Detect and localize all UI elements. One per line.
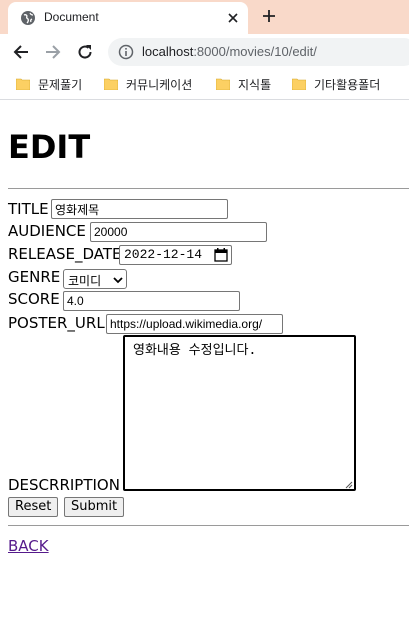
release-date-input[interactable]: 2022-12-14 — [119, 245, 232, 265]
back-arrow-icon[interactable] — [12, 43, 30, 61]
divider-bottom — [8, 525, 409, 526]
release-date-value: 2022-12-14 — [124, 247, 203, 262]
genre-label: GENRE — [8, 268, 61, 286]
close-icon[interactable] — [226, 11, 240, 25]
back-link[interactable]: BACK — [8, 537, 49, 555]
divider-top — [8, 188, 409, 189]
address-bar[interactable]: localhost:8000/movies/10/edit/ — [108, 38, 409, 66]
score-input[interactable] — [63, 291, 240, 311]
reset-button[interactable]: Reset — [8, 497, 59, 517]
folder-icon — [104, 78, 118, 90]
genre-selected-value: 코미디 — [68, 274, 102, 288]
description-textarea[interactable]: 영화내용 수정입니다. — [123, 335, 356, 491]
folder-icon — [16, 78, 30, 90]
audience-input[interactable] — [90, 222, 267, 242]
resize-handle-icon[interactable] — [345, 481, 353, 489]
submit-button[interactable]: Submit — [64, 497, 125, 517]
genre-select[interactable]: 코미디 — [63, 269, 127, 289]
poster-url-label: POSTER_URL — [8, 314, 105, 332]
browser-tab[interactable]: Document — [8, 2, 248, 34]
chevron-down-icon — [113, 277, 123, 284]
score-label: SCORE — [8, 290, 60, 308]
forward-arrow-icon[interactable] — [44, 43, 62, 61]
folder-icon — [216, 78, 230, 90]
title-label: TITLE — [8, 200, 49, 218]
new-tab-icon[interactable] — [262, 9, 276, 23]
info-icon[interactable] — [118, 44, 134, 60]
globe-icon — [21, 11, 35, 25]
description-label: DESCRRIPTION — [8, 476, 120, 494]
audience-label: AUDIENCE — [8, 222, 86, 240]
tab-title: Document — [44, 10, 99, 24]
page-title: EDIT — [8, 128, 91, 166]
calendar-icon[interactable] — [214, 248, 228, 262]
page-content: EDIT TITLE AUDIENCE RELEASE_DATE 2022-12… — [0, 101, 409, 631]
tab-strip: Document — [0, 0, 409, 34]
reload-icon[interactable] — [76, 43, 94, 61]
bookmarks-bar: 문제풀기 커뮤니케이션 지식톨 기타활용폴더 — [0, 70, 409, 100]
url-text: localhost:8000/movies/10/edit/ — [142, 44, 317, 59]
poster-url-input[interactable] — [106, 314, 283, 334]
folder-icon — [292, 78, 306, 90]
browser-toolbar: localhost:8000/movies/10/edit/ — [0, 34, 409, 70]
title-input[interactable] — [51, 199, 228, 219]
release-date-label: RELEASE_DATE — [8, 245, 122, 263]
